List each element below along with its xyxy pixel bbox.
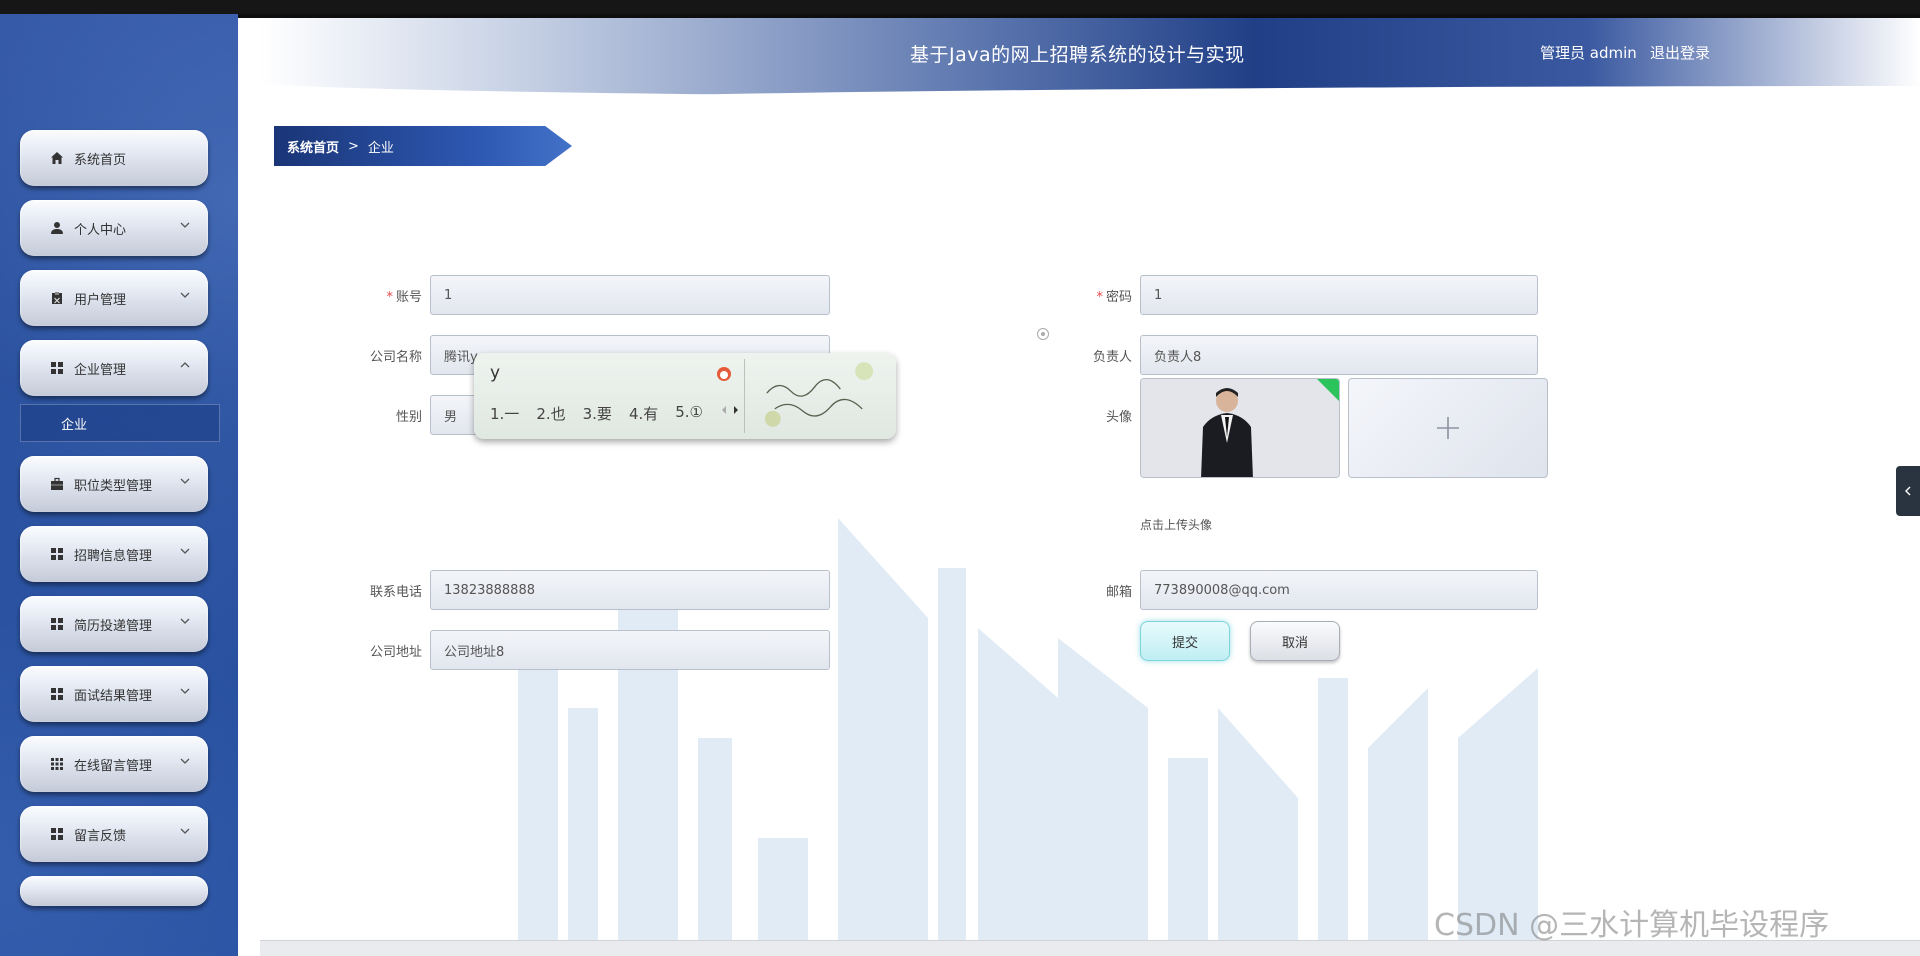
required-marker: * <box>1096 290 1103 305</box>
briefcase-icon <box>50 477 64 491</box>
chevron-down-icon <box>180 758 190 764</box>
sidebar-item-label: 企业管理 <box>74 362 127 378</box>
ime-candidate[interactable]: 4.有 <box>629 403 658 424</box>
password-label: * 密码 <box>1096 290 1132 305</box>
sidebar-item-interviews[interactable]: 面试结果管理 <box>20 666 208 722</box>
cancel-button[interactable]: 取消 <box>1250 621 1340 661</box>
sidebar-item-enterprise[interactable]: 企业管理 <box>20 340 208 396</box>
email-label: 邮箱 <box>1105 585 1132 600</box>
company-name-label: 公司名称 <box>369 350 422 365</box>
submenu-item-enterprise[interactable]: 企业 <box>20 404 220 442</box>
gender-label: 性别 <box>395 410 422 425</box>
sidebar-item-label: 面试结果管理 <box>74 688 153 704</box>
page-title: 基于Java的网上招聘系统的设计与实现 <box>910 44 1245 66</box>
manager-label: 负责人 <box>1092 350 1132 365</box>
grid-icon <box>50 361 64 375</box>
account-input[interactable] <box>444 276 816 314</box>
home-icon <box>50 151 64 165</box>
breadcrumb-current: 企业 <box>367 140 394 156</box>
sidebar-item-users[interactable]: 用户管理 <box>20 270 208 326</box>
chevron-down-icon <box>180 548 190 554</box>
sidebar-item-label: 简历投递管理 <box>74 618 153 634</box>
address-label: 公司地址 <box>369 645 422 660</box>
sidebar-item-label: 招聘信息管理 <box>74 548 153 564</box>
sidebar-item-resumes[interactable]: 简历投递管理 <box>20 596 208 652</box>
user-icon <box>50 221 64 235</box>
chevron-left-icon <box>1905 486 1911 496</box>
watermark: CSDN @三水计算机毕设程序 <box>1434 908 1830 943</box>
upload-button[interactable] <box>1348 378 1548 478</box>
email-field[interactable] <box>1140 570 1538 610</box>
upload-hint: 点击上传头像 <box>1140 518 1213 532</box>
chevron-down-icon <box>180 618 190 624</box>
sidebar-item-messages[interactable]: 在线留言管理 <box>20 736 208 792</box>
password-field[interactable] <box>1140 275 1538 315</box>
sidebar-item-label: 系统首页 <box>74 152 127 168</box>
sidebar-item-recruitment[interactable]: 招聘信息管理 <box>20 526 208 582</box>
email-input[interactable] <box>1154 571 1524 609</box>
avatar-label: 头像 <box>1105 410 1132 425</box>
phone-input[interactable] <box>444 571 816 609</box>
password-input[interactable] <box>1154 276 1524 314</box>
sidebar-item-feedback[interactable]: 留言反馈 <box>20 806 208 862</box>
sidebar-item-label: 个人中心 <box>74 222 127 238</box>
clear-icon[interactable] <box>1036 327 1050 341</box>
sidebar-item-label: 用户管理 <box>74 292 127 308</box>
sidebar-item-label: 职位类型管理 <box>74 478 153 494</box>
breadcrumb-home[interactable]: 系统首页 <box>287 137 339 156</box>
sidebar-item-more[interactable] <box>20 876 208 906</box>
breadcrumb-separator: > <box>348 138 359 154</box>
phone-field[interactable] <box>430 570 830 610</box>
panel-toggle[interactable] <box>1896 466 1920 516</box>
logout-link[interactable]: 退出登录 <box>1650 42 1710 63</box>
ime-candidate-popup: y 1.一 2.也 3.要 4.有 5.① <box>474 353 896 439</box>
chevron-down-icon <box>180 688 190 694</box>
sidebar-item-job-types[interactable]: 职位类型管理 <box>20 456 208 512</box>
top-strip <box>0 0 1920 14</box>
main-content: 基于Java的网上招聘系统的设计与实现 管理员 admin 退出登录 系统首页 … <box>238 18 1920 956</box>
ime-candidates: 1.一 2.也 3.要 4.有 5.① <box>490 403 740 424</box>
chevron-up-icon <box>180 362 190 368</box>
account-field[interactable] <box>430 275 830 315</box>
chevron-down-icon <box>180 292 190 298</box>
clipboard-icon <box>50 291 64 305</box>
grid-icon <box>50 617 64 631</box>
address-field[interactable] <box>430 630 830 670</box>
ime-candidate[interactable]: 5.① <box>675 403 703 424</box>
ime-candidate[interactable]: 2.也 <box>536 403 565 424</box>
apps-icon <box>50 757 64 771</box>
person-photo <box>1141 379 1339 477</box>
ime-logo-icon <box>717 367 731 381</box>
chevron-down-icon <box>180 478 190 484</box>
manager-input[interactable] <box>1154 336 1524 374</box>
address-input[interactable] <box>444 631 816 669</box>
ime-skin-art <box>744 359 874 433</box>
chevron-down-icon <box>180 222 190 228</box>
plus-icon <box>1437 417 1459 439</box>
breadcrumb: 系统首页 > 企业 <box>274 126 572 166</box>
required-marker: * <box>386 290 393 305</box>
submenu-item-label: 企业 <box>61 417 88 433</box>
submit-button[interactable]: 提交 <box>1140 621 1230 661</box>
account-label: * 账号 <box>386 290 422 305</box>
ime-candidate[interactable]: 3.要 <box>583 403 612 424</box>
sidebar-item-label: 留言反馈 <box>74 828 127 844</box>
grid-icon <box>50 547 64 561</box>
manager-field[interactable] <box>1140 335 1538 375</box>
current-user: 管理员 admin <box>1540 44 1637 62</box>
ime-composition: y <box>490 363 501 383</box>
grid-icon <box>50 827 64 841</box>
ime-candidate[interactable]: 1.一 <box>490 403 519 424</box>
chevron-down-icon <box>180 828 190 834</box>
grid-icon <box>50 687 64 701</box>
sidebar-item-home[interactable]: 系统首页 <box>20 130 208 186</box>
sidebar-item-label: 在线留言管理 <box>74 758 153 774</box>
sidebar-menu: 系统首页 个人中心 用户管理 企业管理 企业 职位类型管理 招聘信息管理 简历投… <box>20 130 220 920</box>
page-arrows-icon[interactable] <box>720 403 740 417</box>
sidebar: 系统首页 个人中心 用户管理 企业管理 企业 职位类型管理 招聘信息管理 简历投… <box>0 14 238 956</box>
gender-value: 男 <box>444 409 458 425</box>
phone-label: 联系电话 <box>369 585 422 600</box>
sidebar-item-profile[interactable]: 个人中心 <box>20 200 208 256</box>
avatar-image[interactable] <box>1140 378 1340 478</box>
